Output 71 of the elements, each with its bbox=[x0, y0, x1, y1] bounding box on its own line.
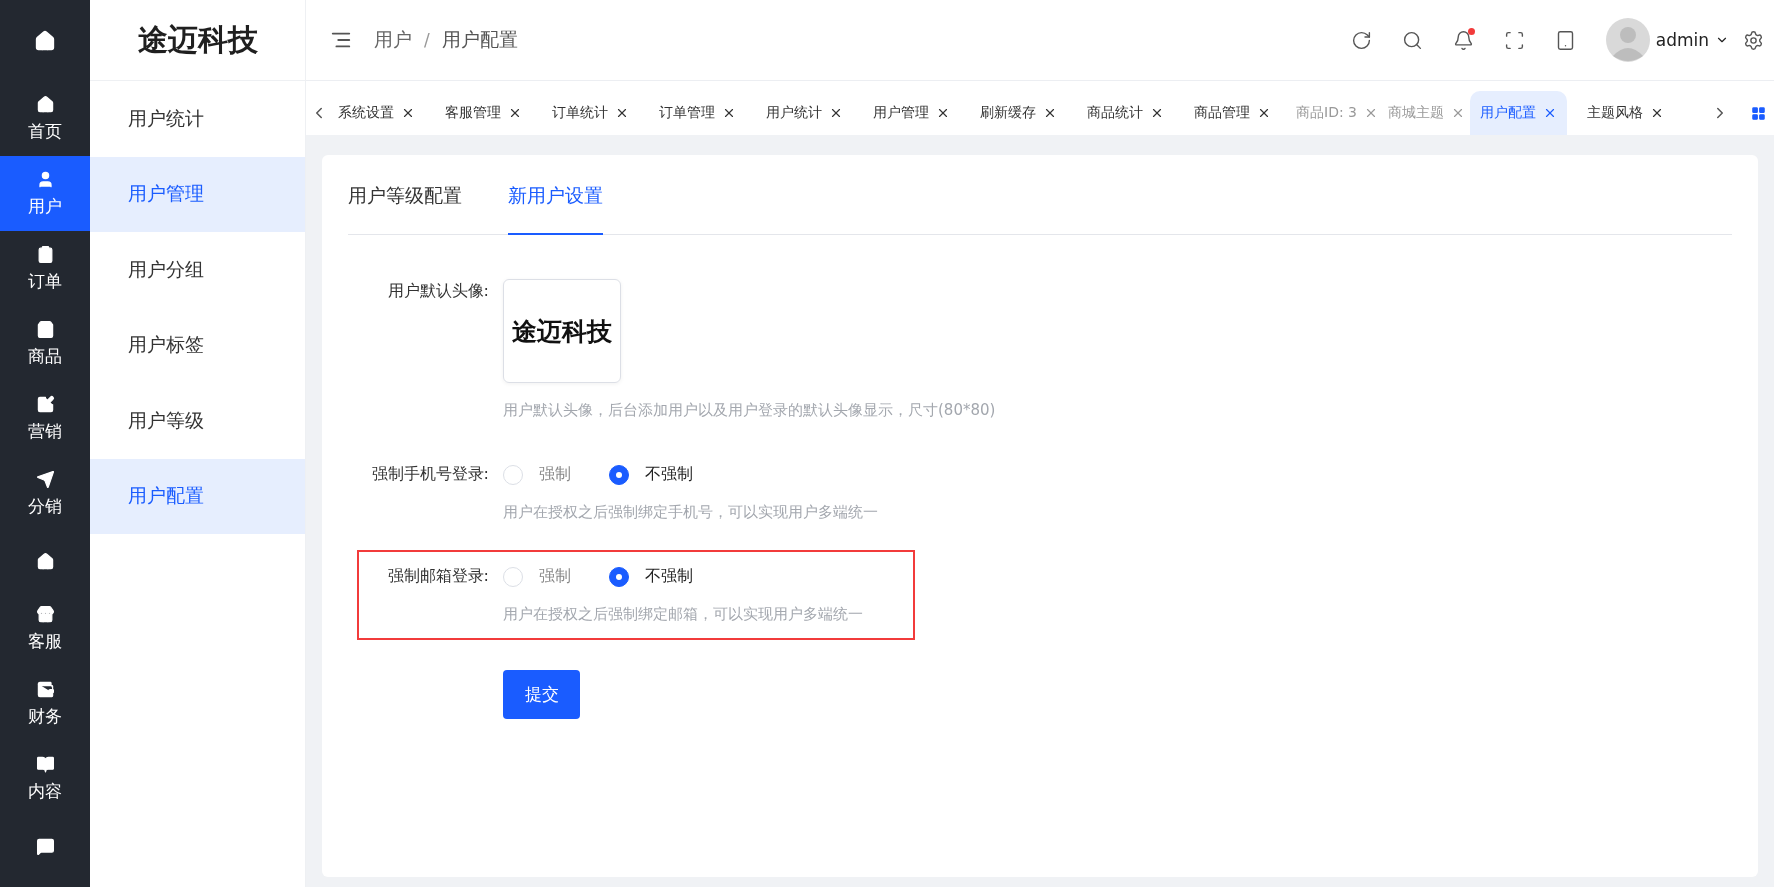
page-tab[interactable]: 用户统计 bbox=[756, 91, 853, 135]
option-label: 不强制 bbox=[645, 464, 693, 485]
help-text: 用户默认头像，后台添加用户以及用户登录的默认头像显示，尺寸(80*80) bbox=[503, 401, 996, 420]
refresh-icon[interactable] bbox=[1350, 29, 1372, 51]
breadcrumb-separator: / bbox=[424, 30, 430, 50]
option-label: 不强制 bbox=[645, 566, 693, 587]
house-icon bbox=[35, 94, 55, 114]
page-tab[interactable]: 用户配置 bbox=[1470, 91, 1567, 135]
settings-tab[interactable]: 新用户设置 bbox=[508, 183, 603, 235]
close-icon bbox=[1451, 106, 1465, 120]
house-icon[interactable] bbox=[34, 29, 56, 52]
breadcrumb-item[interactable]: 用户 bbox=[374, 27, 412, 53]
page-tab[interactable]: 订单统计 bbox=[542, 91, 639, 135]
page-tab[interactable]: 用户管理 bbox=[863, 91, 960, 135]
rail-item[interactable]: 订单 bbox=[0, 231, 90, 306]
house-icon bbox=[35, 551, 55, 571]
page-tab[interactable]: 商品管理 bbox=[1184, 91, 1281, 135]
close-icon bbox=[615, 106, 629, 120]
breadcrumb-item[interactable]: 用户配置 bbox=[441, 27, 518, 53]
radio-button[interactable] bbox=[609, 566, 629, 587]
close-icon bbox=[1364, 106, 1378, 120]
rail-item[interactable]: 营销 bbox=[0, 381, 90, 456]
grid-icon[interactable] bbox=[1751, 105, 1766, 121]
settings-tab[interactable]: 用户等级配置 bbox=[348, 183, 462, 235]
close-icon bbox=[722, 106, 736, 120]
close-icon bbox=[1543, 106, 1557, 120]
paper-plane-icon bbox=[35, 469, 55, 489]
page-tab[interactable]: 刷新缓存 bbox=[970, 91, 1067, 135]
rail-item[interactable]: 客服 bbox=[0, 591, 90, 666]
page-tab[interactable]: 系统设置 bbox=[328, 91, 425, 135]
fullscreen-icon[interactable] bbox=[1503, 29, 1525, 51]
close-icon bbox=[401, 106, 415, 120]
avatar-upload[interactable]: 途迈科技 bbox=[503, 279, 621, 383]
help-text: 用户在授权之后强制绑定邮箱，可以实现用户多端统一 bbox=[503, 605, 864, 624]
wallet-icon bbox=[35, 679, 55, 699]
page-tab[interactable]: 订单管理 bbox=[649, 91, 746, 135]
submit-button[interactable]: 提交 bbox=[503, 670, 580, 719]
settings-icon[interactable] bbox=[1743, 29, 1764, 51]
rail-item[interactable]: 商品 bbox=[0, 306, 90, 381]
rail-item[interactable]: 内容 bbox=[0, 741, 90, 816]
close-icon bbox=[1257, 106, 1271, 120]
option-label: 强制 bbox=[539, 464, 571, 485]
message-icon bbox=[35, 836, 55, 856]
search-icon[interactable] bbox=[1401, 29, 1423, 51]
rail-item[interactable]: 分销 bbox=[0, 456, 90, 531]
page-tab[interactable]: 客服管理 bbox=[435, 91, 532, 135]
rail-item[interactable]: 用户 bbox=[0, 156, 90, 231]
close-icon bbox=[1043, 106, 1057, 120]
close-icon bbox=[936, 106, 950, 120]
rail-item[interactable]: 财务 bbox=[0, 666, 90, 741]
radio-button[interactable] bbox=[609, 464, 629, 485]
close-icon bbox=[508, 106, 522, 120]
submenu-item[interactable]: 用户管理 bbox=[90, 156, 305, 232]
store-icon bbox=[35, 604, 55, 624]
user-menu[interactable]: admin bbox=[1605, 18, 1729, 62]
submenu-item[interactable]: 用户配置 bbox=[90, 458, 305, 534]
page-tab[interactable]: 主题风格 bbox=[1577, 91, 1674, 135]
close-icon bbox=[829, 106, 843, 120]
book-icon bbox=[35, 754, 55, 774]
page-tab[interactable]: 商品统计 bbox=[1077, 91, 1174, 135]
help-text: 用户在授权之后强制绑定手机号，可以实现用户多端统一 bbox=[503, 503, 878, 522]
field-label: 强制邮箱登录: bbox=[386, 566, 489, 587]
close-icon bbox=[1150, 106, 1164, 120]
bell-icon[interactable] bbox=[1452, 29, 1474, 51]
field-label: 用户默认头像: bbox=[386, 280, 489, 302]
option-label: 强制 bbox=[539, 566, 571, 587]
rail-item[interactable]: 首页 bbox=[0, 81, 90, 156]
field-label: 强制手机号登录: bbox=[370, 464, 489, 485]
bag-icon bbox=[35, 319, 55, 339]
edit-icon bbox=[35, 394, 55, 414]
close-icon bbox=[1650, 106, 1664, 120]
